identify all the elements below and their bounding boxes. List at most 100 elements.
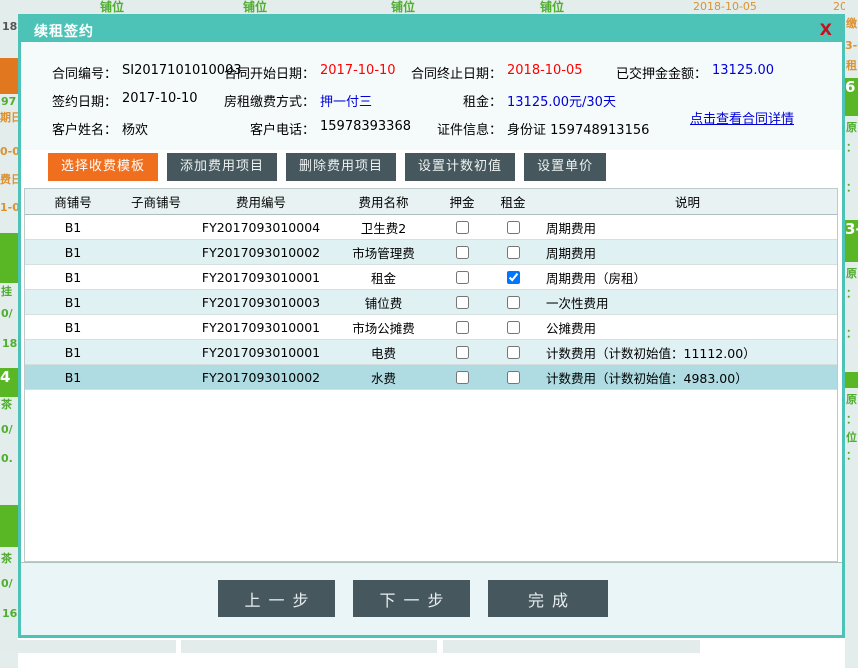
bg-fragment: ： — [846, 414, 857, 426]
cell-shop-no: B1 — [25, 315, 121, 339]
fee-toolbar: 选择收费模板 添加费用项目 删除费用项目 设置计数初值 设置单价 — [48, 153, 606, 181]
bg-fragment: ： — [846, 288, 857, 300]
table-row[interactable]: B1 FY2017093010001 租金 周期费用（房租） — [25, 265, 837, 290]
rent-field: 租金： 13125.00元/30天 — [389, 91, 616, 108]
rent-checkbox[interactable] — [507, 271, 520, 284]
field-label: 合同开始日期： — [201, 63, 315, 80]
cell-fee-name: 电费 — [331, 340, 436, 364]
deposit-checkbox[interactable] — [456, 321, 469, 334]
rent-checkbox[interactable] — [507, 321, 520, 334]
col-header-shop-no: 商铺号 — [25, 189, 121, 214]
bg-orange-block — [0, 58, 18, 94]
col-header-sub-shop-no: 子商铺号 — [121, 189, 191, 214]
cell-fee-no: FY2017093010002 — [191, 365, 331, 389]
deposit-checkbox[interactable] — [456, 296, 469, 309]
bg-fragment: 原 — [846, 122, 857, 134]
start-date-value: 2017-10-10 — [320, 63, 396, 80]
deposit-checkbox[interactable] — [456, 371, 469, 384]
next-step-button[interactable]: 下一步 — [353, 580, 470, 617]
cell-fee-name: 水费 — [331, 365, 436, 389]
set-counter-initial-button[interactable]: 设置计数初值 — [405, 153, 515, 181]
deposit-checkbox[interactable] — [456, 246, 469, 259]
table-row[interactable]: B1 FY2017093010001 电费 计数费用（计数初始值：11112.0… — [25, 340, 837, 365]
deposit-paid-field: 已交押金金额： 13125.00 — [581, 63, 774, 80]
set-unit-price-button[interactable]: 设置单价 — [524, 153, 606, 181]
cell-description: 公摊费用 — [538, 315, 837, 339]
cell-fee-no: FY2017093010002 — [191, 240, 331, 264]
bg-stall-block: 3- — [845, 220, 858, 262]
table-row[interactable]: B1 FY2017093010001 市场公摊费 公摊费用 — [25, 315, 837, 340]
wizard-footer: 上一步 下一步 完成 — [21, 562, 842, 635]
sign-date-value: 2017-10-10 — [122, 91, 198, 108]
field-label: 客户姓名： — [21, 119, 117, 136]
rent-checkbox[interactable] — [507, 296, 520, 309]
cell-fee-name: 卫生费2 — [331, 215, 436, 239]
view-contract-link[interactable]: 点击查看合同详情 — [690, 108, 794, 127]
table-row[interactable]: B1 FY2017093010002 水费 计数费用（计数初始值：4983.00… — [25, 365, 837, 390]
cell-sub-shop-no — [121, 365, 191, 389]
renew-contract-dialog: 续租签约 X 合同编号： SI2017101010003 合同开始日期： 201… — [18, 14, 845, 638]
field-label: 已交押金金额： — [581, 63, 707, 80]
bg-fragment: ： — [846, 182, 857, 194]
rent-checkbox[interactable] — [507, 221, 520, 234]
bg-block — [181, 640, 437, 653]
cell-fee-name: 市场公摊费 — [331, 315, 436, 339]
start-date-field: 合同开始日期： 2017-10-10 — [201, 63, 396, 80]
bg-fragment: 1-0 — [0, 202, 20, 214]
cell-shop-no: B1 — [25, 215, 121, 239]
bg-fragment: 原 — [846, 394, 857, 406]
id-info-field: 证件信息： 身份证 159748913156 — [389, 119, 649, 136]
field-label: 租金： — [389, 91, 502, 108]
table-row[interactable]: B1 FY2017093010004 卫生费2 周期费用 — [25, 215, 837, 240]
deposit-checkbox[interactable] — [456, 271, 469, 284]
rent-checkbox[interactable] — [507, 371, 520, 384]
cell-fee-name: 租金 — [331, 265, 436, 289]
bg-fragment: 位 — [846, 432, 857, 444]
field-label: 合同编号： — [21, 63, 117, 80]
background-left-strip: 18 97 期日 0-0 费日 1-0 挂 0/ 18 4 茶 0/ 0. 茶 … — [0, 0, 18, 668]
add-fee-item-button[interactable]: 添加费用项目 — [167, 153, 277, 181]
deposit-checkbox[interactable] — [456, 346, 469, 359]
delete-fee-item-button[interactable]: 删除费用项目 — [286, 153, 396, 181]
contract-form: 合同编号： SI2017101010003 合同开始日期： 2017-10-10… — [21, 42, 842, 150]
bg-fragment: 租 — [846, 60, 857, 72]
select-fee-template-button[interactable]: 选择收费模板 — [48, 153, 158, 181]
rent-checkbox[interactable] — [507, 246, 520, 259]
col-header-fee-name: 费用名称 — [331, 189, 436, 214]
cell-sub-shop-no — [121, 215, 191, 239]
dialog-title: 续租签约 — [34, 21, 94, 41]
deposit-checkbox[interactable] — [456, 221, 469, 234]
cell-sub-shop-no — [121, 340, 191, 364]
bg-stall-block — [845, 372, 858, 388]
field-label: 证件信息： — [389, 119, 502, 136]
field-label: 签约日期： — [21, 91, 117, 108]
bg-stall-block — [0, 505, 18, 547]
field-label: 客户电话： — [201, 119, 315, 136]
bg-fragment: ： — [846, 142, 857, 154]
bg-date: 2018-10-05 — [693, 1, 757, 13]
cell-fee-no: FY2017093010001 — [191, 340, 331, 364]
bg-block — [443, 640, 700, 653]
cell-fee-no: FY2017093010004 — [191, 215, 331, 239]
bg-fragment: ： — [846, 450, 857, 462]
fee-table: 商铺号 子商铺号 费用编号 费用名称 押金 租金 说明 B1 FY2017093… — [24, 188, 838, 562]
bg-fragment: 0-0 — [0, 146, 20, 158]
stall-column-label: 铺位 — [100, 1, 124, 13]
rent-value: 13125.00元/30天 — [507, 91, 616, 108]
table-row[interactable]: B1 FY2017093010003 铺位费 一次性费用 — [25, 290, 837, 315]
background-right-strip: 缴 3-0 租 6 原 ： ： 3- 原 ： ： 原 ： 位 ： — [845, 0, 858, 668]
cell-sub-shop-no — [121, 240, 191, 264]
finish-button[interactable]: 完成 — [488, 580, 608, 617]
bg-fragment: 0/ — [1, 578, 13, 590]
cell-shop-no: B1 — [25, 290, 121, 314]
close-icon[interactable]: X — [820, 20, 832, 39]
table-row[interactable]: B1 FY2017093010002 市场管理费 周期费用 — [25, 240, 837, 265]
end-date-field: 合同终止日期： 2018-10-05 — [389, 63, 583, 80]
cell-description: 计数费用（计数初始值：11112.00） — [538, 340, 837, 364]
cell-fee-no: FY2017093010001 — [191, 265, 331, 289]
cell-fee-no: FY2017093010003 — [191, 290, 331, 314]
prev-step-button[interactable]: 上一步 — [218, 580, 335, 617]
rent-checkbox[interactable] — [507, 346, 520, 359]
cell-description: 周期费用（房租） — [538, 265, 837, 289]
id-info-value: 身份证 159748913156 — [507, 119, 649, 136]
